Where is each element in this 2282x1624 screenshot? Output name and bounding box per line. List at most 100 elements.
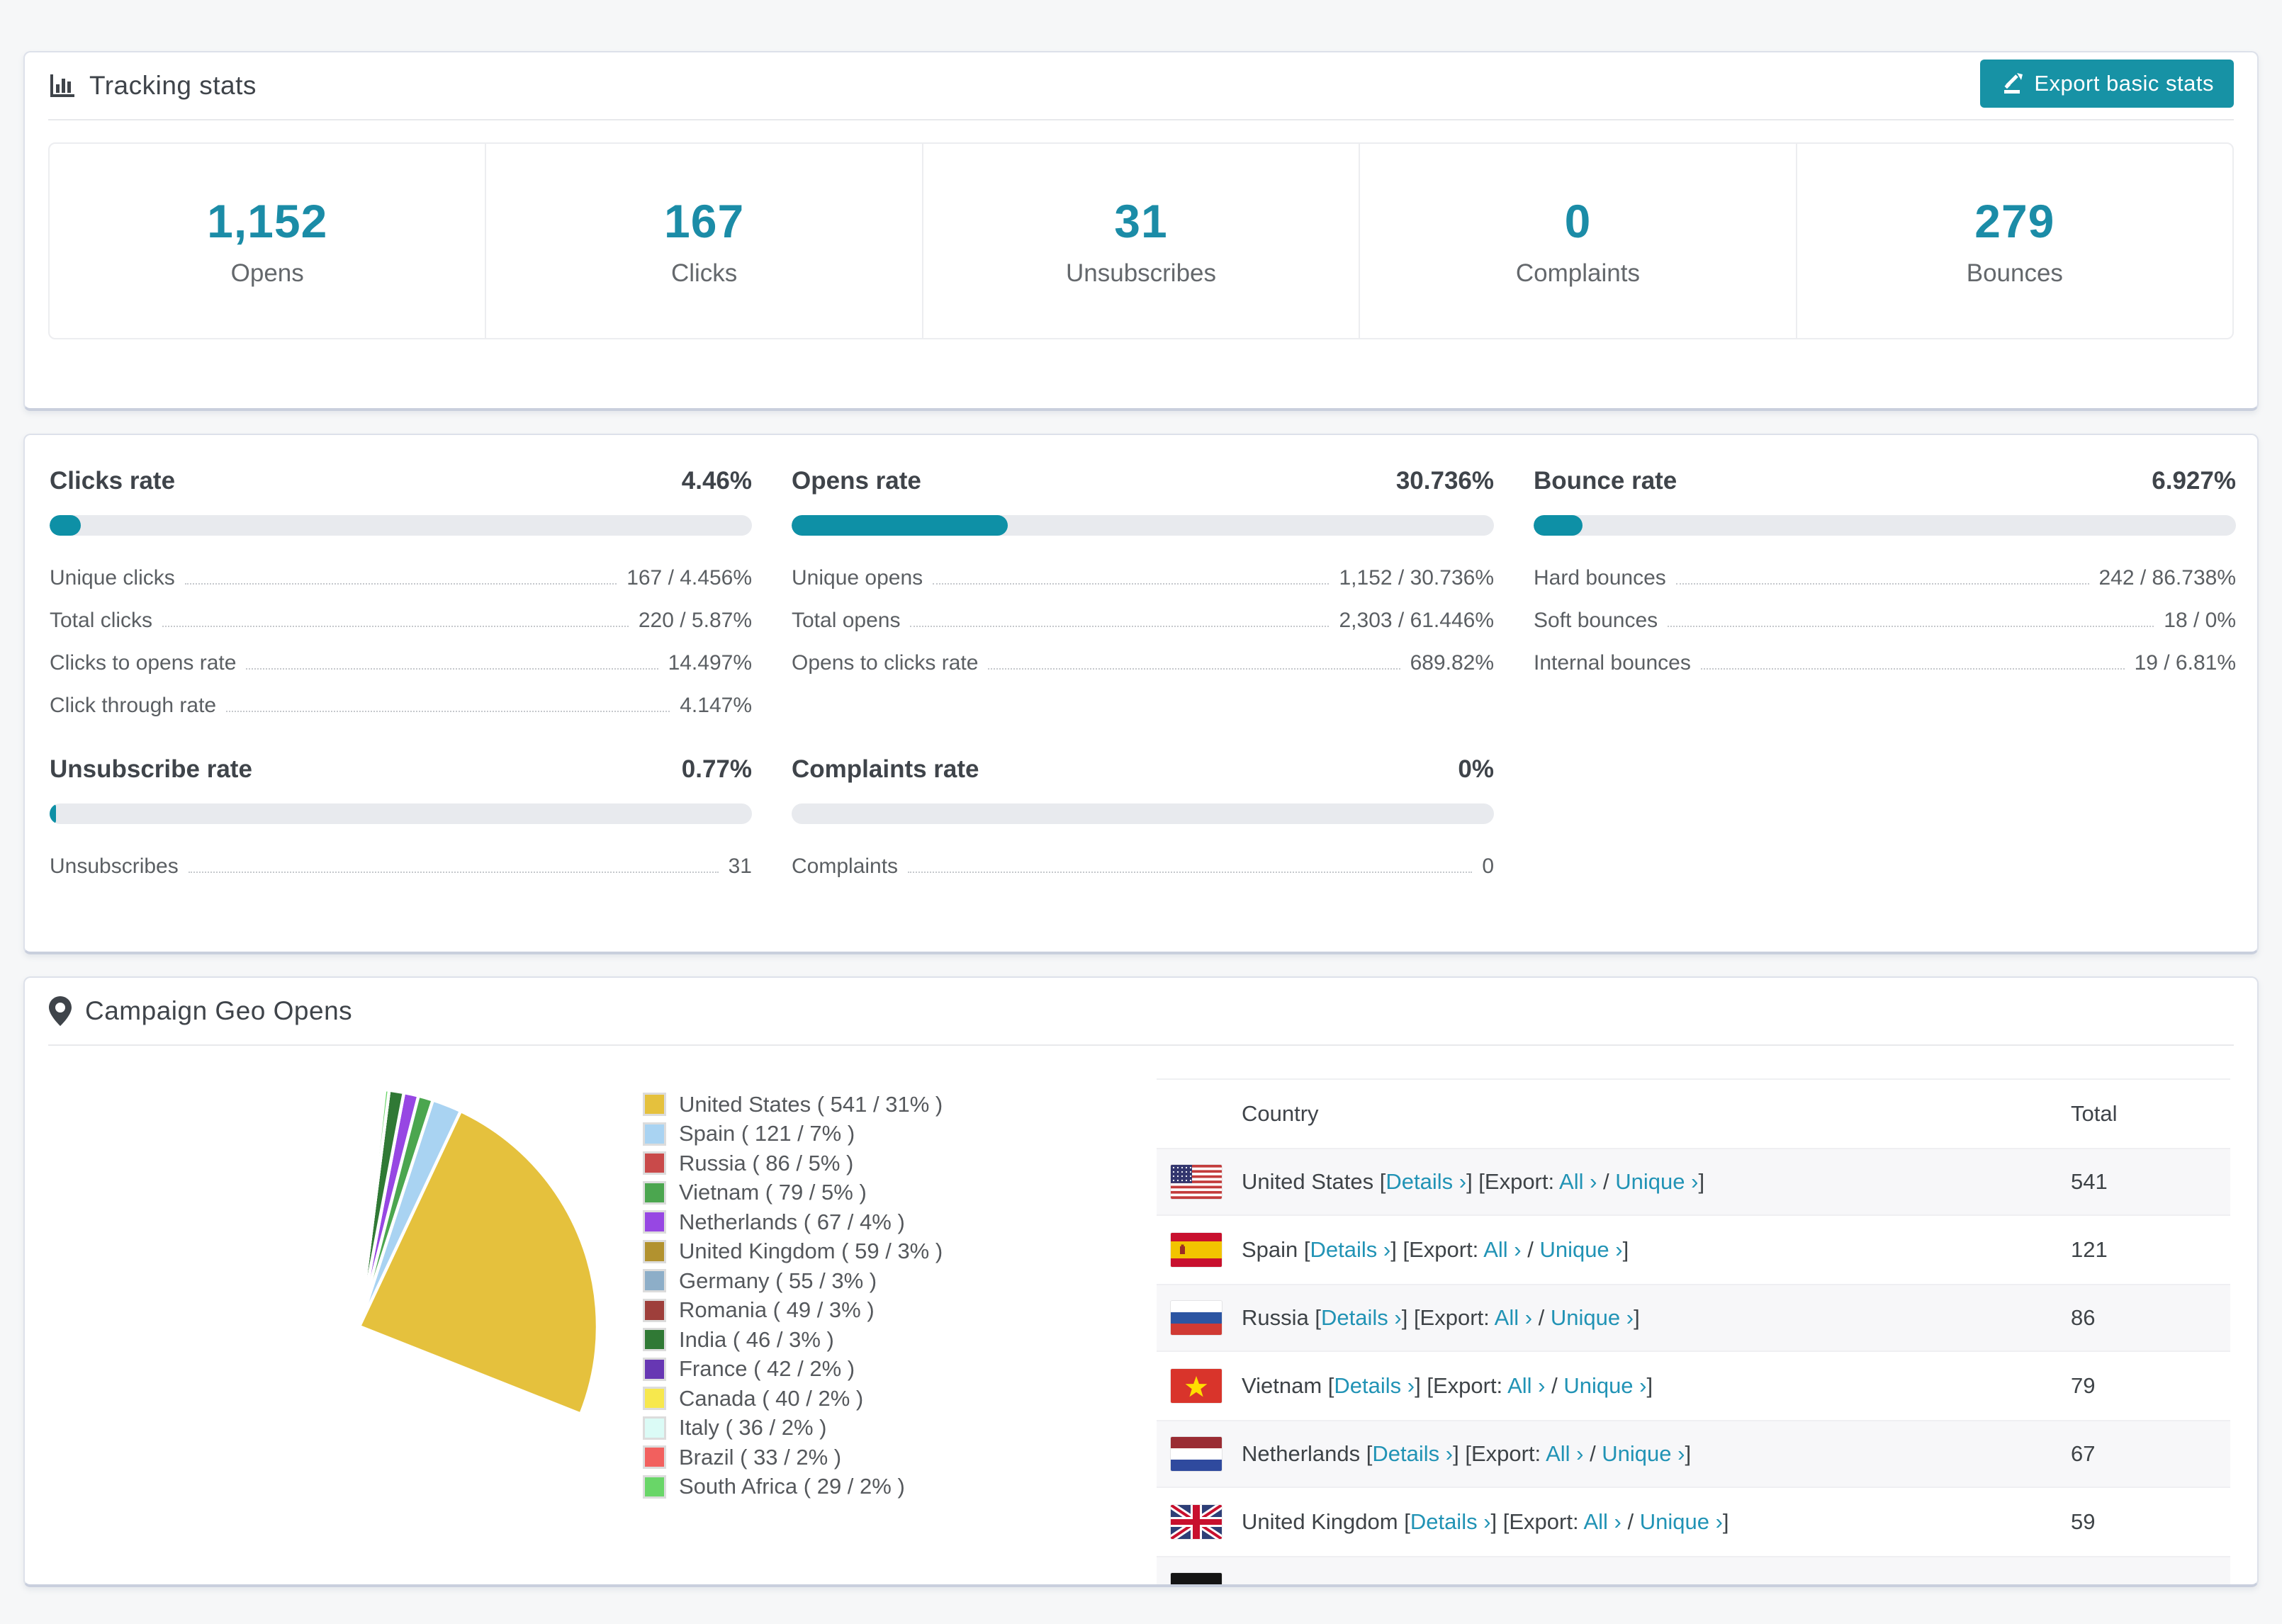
summary-tile-complaints: 0 Complaints — [1360, 144, 1797, 338]
table-header-row: Country Total — [1157, 1080, 2230, 1148]
legend-item: France ( 42 / 2% ) — [643, 1355, 943, 1385]
country-flag-es — [1157, 1233, 1242, 1267]
export-all-link[interactable]: All › — [1507, 1373, 1545, 1398]
country-flag-nl — [1157, 1437, 1242, 1471]
dotted-leader — [226, 711, 670, 712]
rate-value: 30.736% — [1395, 467, 1494, 495]
table-row-us: United States [Details ›] [Export: All ›… — [1157, 1148, 2230, 1216]
details-link[interactable]: Details › — [1386, 1169, 1466, 1194]
legend-swatch — [643, 1210, 666, 1234]
country-name: Spain — [1242, 1237, 1298, 1262]
separator: / — [1521, 1237, 1540, 1262]
bracket: [ — [1404, 1509, 1410, 1534]
country-name: United States — [1242, 1169, 1374, 1194]
legend-label: Vietnam ( 79 / 5% ) — [679, 1180, 867, 1205]
rate-detail-value: 0 — [1482, 855, 1494, 878]
rate-detail-label: Opens to clicks rate — [792, 651, 979, 675]
export-all-link[interactable]: All › — [1546, 1441, 1583, 1466]
separator: / — [1545, 1373, 1564, 1398]
bracket: ] [Export: — [1453, 1441, 1546, 1466]
legend-item: Romania ( 49 / 3% ) — [643, 1296, 943, 1326]
dotted-leader — [184, 583, 617, 585]
legend-swatch — [643, 1122, 666, 1146]
export-basic-stats-button[interactable]: Export basic stats — [1980, 60, 2234, 108]
legend-label: South Africa ( 29 / 2% ) — [679, 1474, 905, 1499]
campaign-geo-opens-card: Campaign Geo Opens United States ( 541 /… — [23, 976, 2259, 1587]
legend-item: United States ( 541 / 31% ) — [643, 1090, 943, 1120]
legend-item: Canada ( 40 / 2% ) — [643, 1384, 943, 1414]
rate-detail-row: Total clicks 220 / 5.87% — [50, 599, 752, 642]
rate-detail-value: 167 / 4.456% — [626, 566, 752, 590]
export-all-link[interactable]: All › — [1559, 1169, 1597, 1194]
table-row-nl: Netherlands [Details ›] [Export: All › /… — [1157, 1420, 2230, 1488]
country-flag-us — [1157, 1165, 1242, 1199]
legend-swatch — [643, 1416, 666, 1440]
summary-tile-clicks: 167 Clicks — [486, 144, 923, 338]
export-all-link[interactable]: All › — [1483, 1237, 1521, 1262]
details-link[interactable]: Details › — [1310, 1237, 1391, 1262]
dotted-leader — [908, 872, 1473, 873]
export-all-link[interactable]: All › — [1495, 1305, 1532, 1330]
rate-detail-row: Total opens 2,303 / 61.446% — [792, 599, 1494, 642]
export-button-label: Export basic stats — [2034, 71, 2214, 96]
bounce-rate-panel: Bounce rate 6.927% Hard bounces 242 / 86… — [1534, 467, 2236, 684]
rates-card: Clicks rate 4.46% Unique clicks 167 / 4.… — [23, 434, 2259, 954]
rate-title: Bounce rate — [1534, 467, 1677, 495]
rate-detail-label: Internal bounces — [1534, 651, 1691, 675]
table-row-gb: United Kingdom [Details ›] [Export: All … — [1157, 1488, 2230, 1556]
summary-label: Complaints — [1515, 259, 1640, 287]
export-unique-link[interactable]: Unique › — [1640, 1509, 1723, 1534]
rate-detail-value: 31 — [728, 855, 752, 878]
legend-swatch — [643, 1474, 666, 1499]
rate-detail-value: 18 / 0% — [2164, 609, 2236, 632]
legend-label: Brazil ( 33 / 2% ) — [679, 1444, 842, 1470]
details-link[interactable]: Details › — [1410, 1509, 1491, 1534]
rate-detail-row: Unsubscribes 31 — [50, 845, 752, 888]
details-link[interactable]: Details › — [1321, 1305, 1402, 1330]
dotted-leader — [1675, 583, 2089, 585]
legend-item: Vietnam ( 79 / 5% ) — [643, 1178, 943, 1208]
rate-title: Clicks rate — [50, 467, 176, 495]
details-link[interactable]: Details › — [1334, 1373, 1415, 1398]
rate-detail-row: Unique opens 1,152 / 30.736% — [792, 557, 1494, 599]
rate-detail-label: Complaints — [792, 855, 899, 878]
legend-label: Romania ( 49 / 3% ) — [679, 1297, 875, 1323]
rate-head: Complaints rate 0% — [792, 755, 1494, 784]
export-unique-link[interactable]: Unique › — [1551, 1305, 1634, 1330]
dotted-leader — [933, 583, 1330, 585]
export-all-link[interactable]: All › — [1583, 1509, 1621, 1534]
bracket: ] [Export: — [1390, 1237, 1484, 1262]
table-row-ru: Russia [Details ›] [Export: All › / Uniq… — [1157, 1284, 2230, 1352]
legend-label: Spain ( 121 / 7% ) — [679, 1121, 855, 1146]
bracket: ] — [1646, 1373, 1653, 1398]
export-unique-link[interactable]: Unique › — [1563, 1373, 1646, 1398]
bracket: [ — [1303, 1237, 1310, 1262]
legend-swatch — [643, 1298, 666, 1322]
country-cell: Netherlands [Details ›] [Export: All › /… — [1242, 1441, 2071, 1467]
export-unique-link[interactable]: Unique › — [1615, 1169, 1698, 1194]
total-cell: 86 — [2071, 1305, 2096, 1330]
rate-detail-row: Hard bounces 242 / 86.738% — [1534, 557, 2236, 599]
rate-detail-label: Hard bounces — [1534, 566, 1666, 590]
export-unique-link[interactable]: Unique › — [1539, 1237, 1622, 1262]
legend-label: Germany ( 55 / 3% ) — [679, 1268, 877, 1293]
legend-swatch — [643, 1387, 666, 1411]
legend-item: Italy ( 36 / 2% ) — [643, 1414, 943, 1443]
summary-value: 1,152 — [207, 195, 328, 247]
rate-detail-row: Complaints 0 — [792, 845, 1494, 888]
bracket: ] [Export: — [1466, 1169, 1560, 1194]
column-header-total: Total — [2071, 1101, 2118, 1126]
country-name: Netherlands — [1242, 1441, 1361, 1466]
rate-progress-track — [50, 803, 752, 824]
clicks-rate-panel: Clicks rate 4.46% Unique clicks 167 / 4.… — [50, 467, 752, 727]
rate-detail-label: Unsubscribes — [50, 855, 179, 878]
export-unique-link[interactable]: Unique › — [1602, 1441, 1685, 1466]
export-icon — [2004, 73, 2023, 94]
details-link[interactable]: Details › — [1372, 1441, 1453, 1466]
legend-label: India ( 46 / 3% ) — [679, 1326, 834, 1352]
map-pin-icon — [48, 996, 72, 1027]
rate-progress-fill — [1534, 515, 1583, 536]
bracket: ] — [1698, 1169, 1705, 1194]
legend-item: Brazil ( 33 / 2% ) — [643, 1443, 943, 1472]
rate-detail-label: Total opens — [792, 609, 901, 632]
